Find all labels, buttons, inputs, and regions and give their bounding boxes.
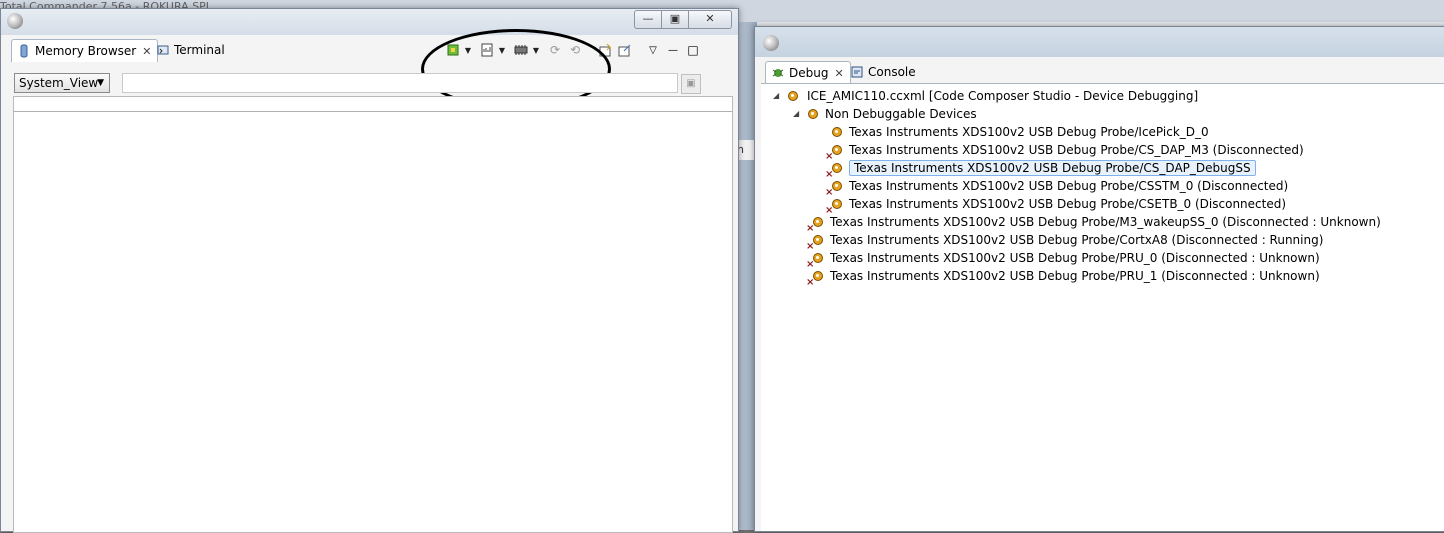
tree-item-label: Texas Instruments XDS100v2 USB Debug Pro… bbox=[849, 142, 1304, 157]
app-icon bbox=[7, 13, 23, 29]
console-icon bbox=[851, 66, 863, 78]
tree-item-device-group[interactable]: ◢ Non Debuggable Devices bbox=[793, 105, 977, 122]
tab-terminal[interactable]: Terminal bbox=[151, 39, 231, 61]
tree-item-label: Texas Instruments XDS100v2 USB Debug Pro… bbox=[830, 232, 1324, 247]
view-menu-icon[interactable]: ▽ bbox=[644, 42, 662, 58]
tree-item-label: Texas Instruments XDS100v2 USB Debug Pro… bbox=[830, 268, 1320, 283]
address-input[interactable] bbox=[122, 73, 678, 93]
memory-icon bbox=[20, 44, 28, 58]
tree-item-label: Non Debuggable Devices bbox=[825, 106, 977, 121]
tree-item-label: Texas Instruments XDS100v2 USB Debug Pro… bbox=[849, 159, 1256, 176]
gear-icon: × bbox=[825, 162, 843, 180]
gear-icon: × bbox=[825, 180, 843, 198]
tree-item-label: Texas Instruments XDS100v2 USB Debug Pro… bbox=[849, 196, 1287, 211]
tree-item-device-selected[interactable]: × Texas Instruments XDS100v2 USB Debug P… bbox=[825, 159, 1256, 180]
tab-debug[interactable]: Debug ✕ bbox=[765, 61, 851, 84]
memory-browser-window: — ▣ ✕ Memory Browser ✕ Terminal ▼ ▼ ▼ ⟳ … bbox=[0, 8, 739, 533]
tree-item-device[interactable]: Texas Instruments XDS100v2 USB Debug Pro… bbox=[831, 123, 1209, 140]
tree-item-device[interactable]: × Texas Instruments XDS100v2 USB Debug P… bbox=[825, 177, 1289, 198]
tree-item-device[interactable]: × Texas Instruments XDS100v2 USB Debug P… bbox=[825, 141, 1304, 162]
tab-console[interactable]: Console bbox=[845, 61, 922, 83]
close-tab-icon[interactable]: ✕ bbox=[834, 67, 843, 80]
view-select-dropdown[interactable]: System_View ▼ bbox=[14, 73, 110, 93]
disconnected-icon: × bbox=[806, 276, 815, 288]
memory-content-header bbox=[14, 97, 732, 112]
gear-icon: × bbox=[806, 234, 824, 252]
tree-item-label: ICE_AMIC110.ccxml [Code Composer Studio … bbox=[807, 88, 1199, 103]
terminal-icon bbox=[157, 45, 169, 55]
chevron-down-icon: ▼ bbox=[97, 78, 104, 88]
tree-item-label: Texas Instruments XDS100v2 USB Debug Pro… bbox=[830, 250, 1320, 265]
window-titlebar: — ▣ ✕ bbox=[1, 9, 738, 35]
tree-item-label: Texas Instruments XDS100v2 USB Debug Pro… bbox=[830, 214, 1381, 229]
window-titlebar bbox=[755, 27, 1444, 57]
tree-item-label: Texas Instruments XDS100v2 USB Debug Pro… bbox=[849, 178, 1289, 193]
debug-icon bbox=[772, 69, 784, 77]
minimize-window-button[interactable]: — bbox=[634, 10, 662, 29]
gear-icon: × bbox=[806, 252, 824, 270]
minimize-icon[interactable]: — bbox=[664, 42, 682, 58]
debug-tree-pane: ◢ ICE_AMIC110.ccxml [Code Composer Studi… bbox=[761, 83, 1444, 531]
launch-icon bbox=[787, 90, 801, 102]
app-icon bbox=[763, 35, 779, 51]
window-caption-buttons: — ▣ ✕ bbox=[634, 10, 732, 29]
export-icon[interactable] bbox=[616, 42, 634, 58]
go-button[interactable]: ▣ bbox=[681, 74, 701, 94]
tab-label: Memory Browser bbox=[35, 44, 137, 58]
tree-item-label: Texas Instruments XDS100v2 USB Debug Pro… bbox=[849, 124, 1209, 139]
tab-memory-browser[interactable]: Memory Browser ✕ bbox=[11, 39, 159, 62]
tree-item-device[interactable]: × Texas Instruments XDS100v2 USB Debug P… bbox=[825, 195, 1287, 216]
gear-icon: × bbox=[825, 198, 843, 216]
device-group-icon bbox=[807, 108, 819, 120]
gear-icon bbox=[831, 126, 843, 138]
gear-icon: × bbox=[806, 216, 824, 234]
view-select-value: System_View bbox=[19, 76, 99, 90]
background-fragment: n bbox=[737, 140, 755, 160]
memory-content-pane[interactable] bbox=[13, 96, 733, 533]
maximize-icon[interactable]: □ bbox=[684, 42, 702, 58]
restore-window-button[interactable]: ▣ bbox=[662, 10, 689, 29]
tree-item-device[interactable]: × Texas Instruments XDS100v2 USB Debug P… bbox=[806, 249, 1320, 270]
tree-item-device[interactable]: × Texas Instruments XDS100v2 USB Debug P… bbox=[806, 267, 1320, 288]
gear-icon: × bbox=[806, 270, 824, 288]
tree-item-device[interactable]: × Texas Instruments XDS100v2 USB Debug P… bbox=[806, 213, 1381, 234]
expand-arrow-icon[interactable]: ◢ bbox=[793, 109, 803, 118]
close-window-button[interactable]: ✕ bbox=[689, 10, 732, 29]
expand-arrow-icon[interactable]: ◢ bbox=[773, 91, 783, 100]
tab-label: Debug bbox=[789, 66, 829, 80]
debug-window: Debug ✕ Console ◢ ICE_AMIC110.ccxml [Cod… bbox=[754, 26, 1444, 532]
gear-icon: × bbox=[825, 144, 843, 162]
tab-label: Terminal bbox=[174, 43, 225, 57]
tab-label: Console bbox=[868, 65, 916, 79]
tree-item-launch[interactable]: ◢ ICE_AMIC110.ccxml [Code Composer Studi… bbox=[773, 87, 1198, 104]
tree-item-device[interactable]: × Texas Instruments XDS100v2 USB Debug P… bbox=[806, 231, 1324, 252]
